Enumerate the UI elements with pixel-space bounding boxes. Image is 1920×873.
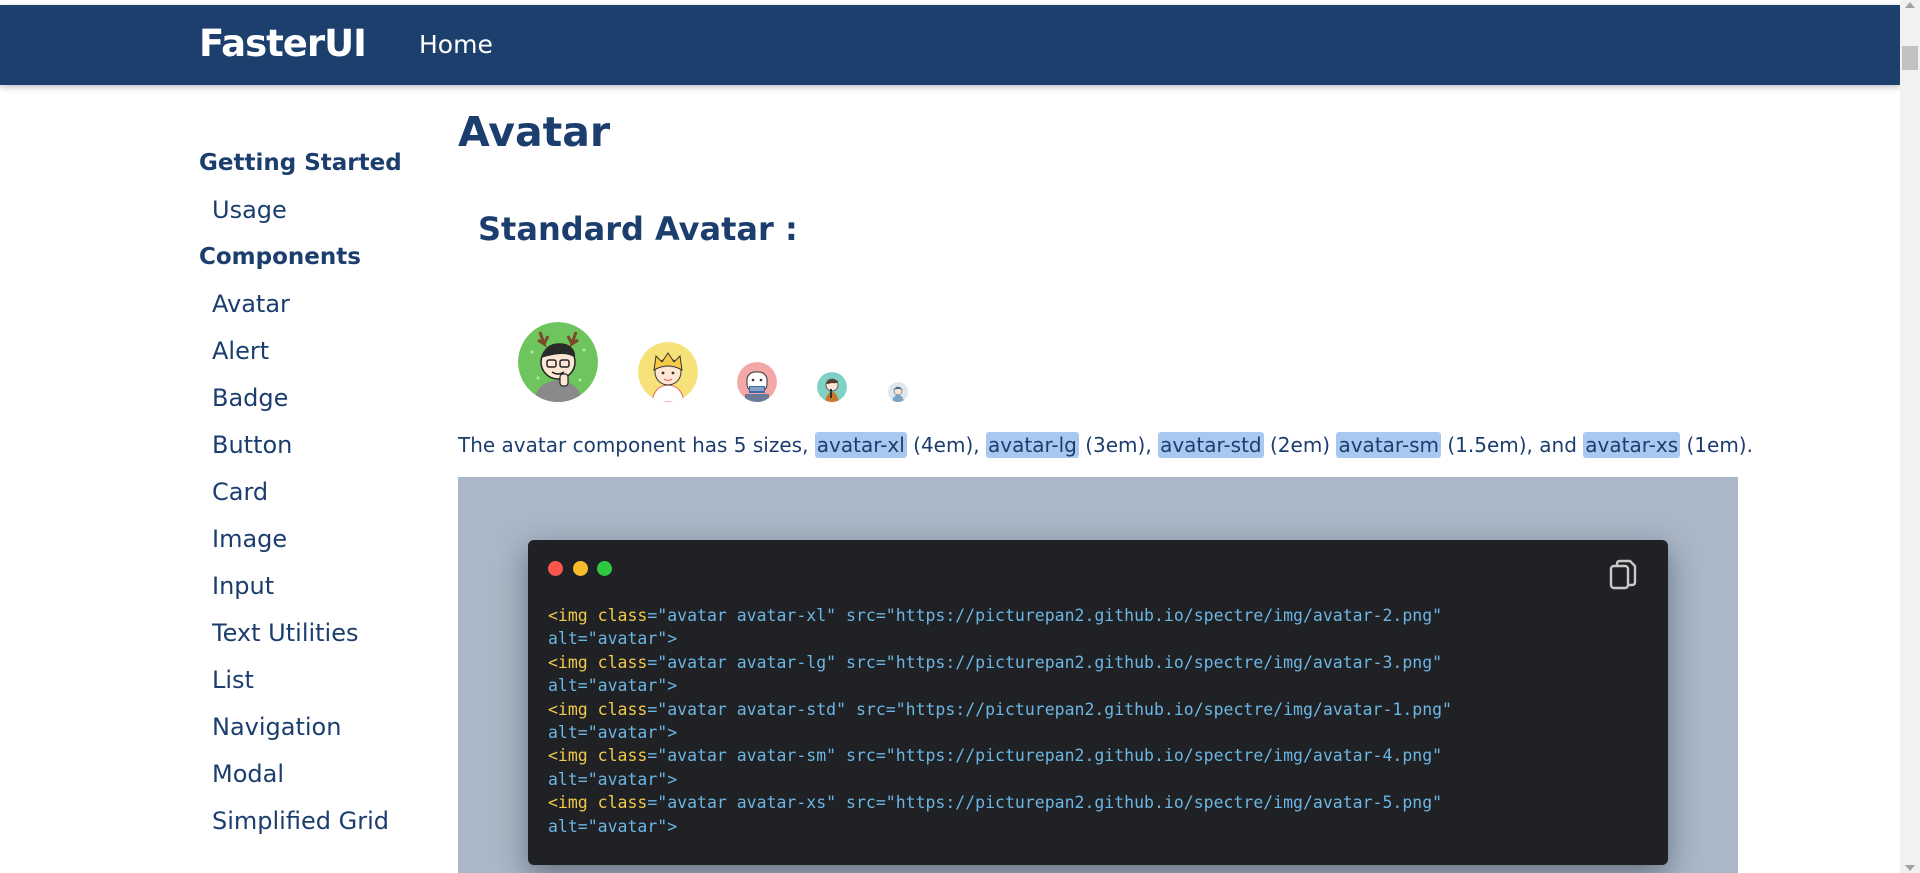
code-token-open: <img — [548, 793, 598, 813]
sidebar-item-badge[interactable]: Badge — [199, 381, 439, 428]
desc-text: (2em) — [1263, 433, 1337, 457]
code-token-class: "avatar avatar-std" — [657, 699, 847, 719]
brand-logo[interactable]: FasterUI — [199, 22, 367, 65]
desc-text: (4em), — [906, 433, 986, 457]
code-token-attr: class — [597, 699, 648, 719]
code-token-open: <img — [548, 746, 598, 766]
avatar-std — [737, 362, 777, 402]
code-token-src: src="https://picturepan2.github.io/spect… — [846, 699, 1452, 719]
code-token-attr: class — [597, 606, 648, 625]
code-line: <img class="avatar avatar-sm" src="https… — [548, 746, 1442, 788]
code-line: <img class="avatar avatar-xs" src="https… — [548, 793, 1442, 835]
code-avatar-sm: avatar-sm — [1336, 432, 1441, 458]
desc-text: (1em). — [1680, 433, 1753, 457]
sidebar-item-modal[interactable]: Modal — [199, 757, 439, 804]
code-token-class: "avatar avatar-lg" — [657, 652, 837, 672]
code-token-attr: class — [597, 652, 648, 672]
code-token-eq: = — [647, 793, 658, 813]
code-token-src: src="https://picturepan2.github.io/spect… — [836, 606, 1443, 625]
code-token-attr: class — [597, 793, 648, 813]
avatar-description: The avatar component has 5 sizes, avatar… — [458, 432, 1753, 458]
code-token-alt: alt="avatar"> — [548, 629, 678, 649]
sidebar-item-usage[interactable]: Usage — [199, 193, 439, 240]
code-snippet: <img class="avatar avatar-xl" src="https… — [548, 604, 1452, 838]
sidebar-item-button[interactable]: Button — [199, 428, 439, 475]
sidebar-item-navigation[interactable]: Navigation — [199, 710, 439, 757]
code-token-open: <img — [548, 606, 598, 625]
code-token-eq: = — [647, 652, 658, 672]
sidebar-item-list[interactable]: List — [199, 663, 439, 710]
sidebar-item-input[interactable]: Input — [199, 569, 439, 616]
code-avatar-std: avatar-std — [1158, 432, 1264, 458]
desc-text: (3em), — [1078, 433, 1159, 457]
copy-icon[interactable] — [1608, 559, 1638, 593]
code-token-src: src="https://picturepan2.github.io/spect… — [836, 793, 1443, 813]
desc-text: (1.5em), and — [1440, 433, 1584, 457]
window-close-dot-icon — [548, 561, 563, 576]
desc-text: The avatar component has 5 sizes, — [458, 433, 815, 457]
scroll-thumb[interactable] — [1902, 46, 1918, 70]
navbar: FasterUI Home — [0, 5, 1900, 85]
code-token-open: <img — [548, 652, 598, 672]
code-token-alt: alt="avatar"> — [548, 769, 678, 789]
sidebar-section-components: Components — [199, 244, 361, 270]
avatar-xs — [888, 382, 908, 402]
code-line: <img class="avatar avatar-xl" src="https… — [548, 606, 1442, 648]
code-token-src: src="https://picturepan2.github.io/spect… — [836, 746, 1443, 766]
sidebar-item-avatar[interactable]: Avatar — [199, 287, 439, 334]
code-token-class: "avatar avatar-xs" — [657, 793, 837, 813]
sidebar-section-getting-started: Getting Started — [199, 150, 402, 176]
code-avatar-xl: avatar-xl — [814, 432, 907, 458]
page-title: Avatar — [458, 108, 611, 156]
sidebar-item-text-utilities[interactable]: Text Utilities — [199, 616, 439, 663]
code-token-class: "avatar avatar-sm" — [657, 746, 837, 766]
code-window: <img class="avatar avatar-xl" src="https… — [528, 540, 1668, 865]
code-token-attr: class — [597, 746, 648, 766]
page-scrollbar[interactable] — [1900, 0, 1920, 873]
code-avatar-lg: avatar-lg — [986, 432, 1079, 458]
section-title: Standard Avatar : — [478, 210, 798, 248]
sidebar-item-alert[interactable]: Alert — [199, 334, 439, 381]
scroll-up-arrow-icon[interactable] — [1905, 2, 1915, 8]
sidebar: Getting Started Usage Components Avatar … — [199, 146, 439, 851]
code-avatar-xs: avatar-xs — [1583, 432, 1681, 458]
window-maximize-dot-icon — [597, 561, 612, 576]
sidebar-item-card[interactable]: Card — [199, 475, 439, 522]
code-line: <img class="avatar avatar-std" src="http… — [548, 700, 1452, 742]
avatar-sm — [817, 372, 847, 402]
code-token-eq: = — [647, 606, 658, 625]
scroll-down-arrow-icon[interactable] — [1905, 865, 1915, 871]
sidebar-item-simplified-grid[interactable]: Simplified Grid — [199, 804, 439, 851]
code-token-eq: = — [647, 699, 658, 719]
code-token-src: src="https://picturepan2.github.io/spect… — [836, 652, 1443, 672]
avatar-lg — [638, 342, 698, 402]
code-token-alt: alt="avatar"> — [548, 816, 678, 836]
avatar-xl — [518, 322, 598, 402]
code-token-alt: alt="avatar"> — [548, 723, 678, 743]
nav-link-home[interactable]: Home — [419, 30, 493, 59]
code-token-open: <img — [548, 699, 598, 719]
code-token-class: "avatar avatar-xl" — [657, 606, 837, 625]
code-line: <img class="avatar avatar-lg" src="https… — [548, 653, 1442, 695]
code-token-alt: alt="avatar"> — [548, 676, 678, 696]
sidebar-item-image[interactable]: Image — [199, 522, 439, 569]
window-minimize-dot-icon — [573, 561, 588, 576]
code-token-eq: = — [647, 746, 658, 766]
